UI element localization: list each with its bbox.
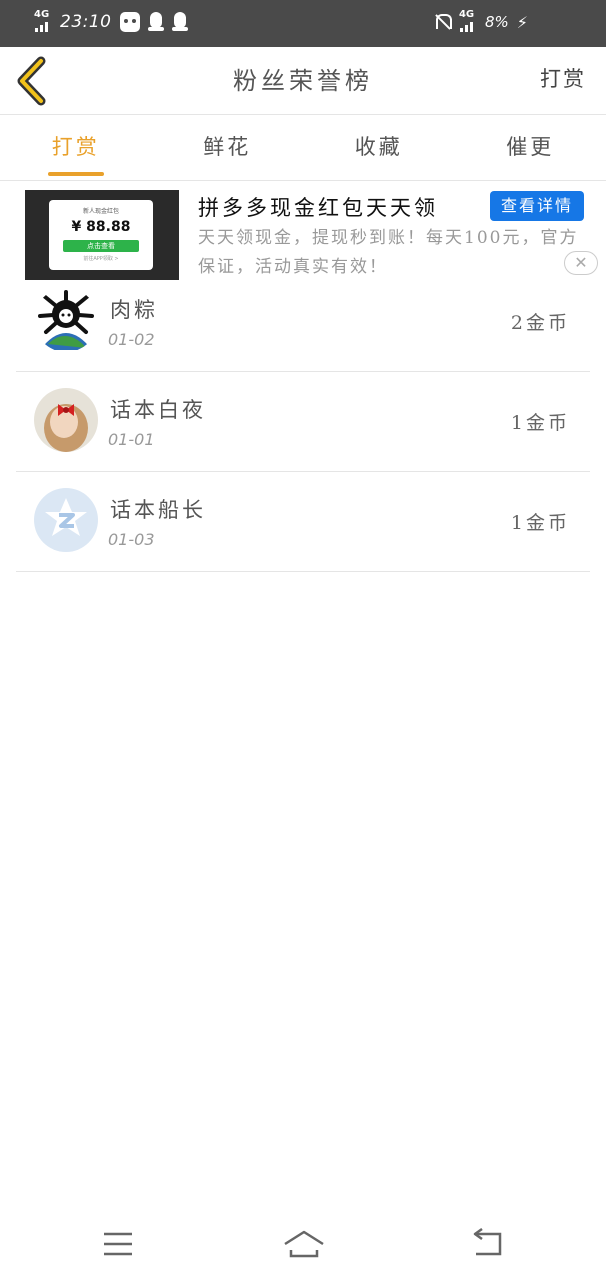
tab-bar: 打赏 鲜花 收藏 催更 [0, 115, 606, 181]
tab-flowers[interactable]: 鲜花 [152, 115, 304, 180]
ad-card-button: 点击查看 [63, 240, 139, 252]
donor-name: 话本船长 [110, 498, 206, 522]
avatar [34, 288, 98, 352]
donation-date: 01-01 [108, 430, 155, 449]
avatar [34, 488, 98, 552]
tab-favorites[interactable]: 收藏 [303, 115, 455, 180]
donor-name: 话本白夜 [110, 398, 206, 422]
reward-list: 肉粽 01-02 2金币 话本白夜 01-01 1金币 话本船长 01-03 1… [16, 272, 590, 572]
signal-icon: 4G [34, 10, 52, 34]
menu-button[interactable] [100, 1228, 140, 1260]
home-button[interactable] [282, 1228, 324, 1260]
ad-view-details-button[interactable]: 查看详情 [490, 191, 584, 221]
signal-icon: 4G [459, 10, 477, 34]
clock: 23:10 [60, 12, 112, 32]
charging-icon: ⚡︎ [516, 12, 528, 32]
ad-card-amount: ¥ 88.88 [71, 219, 131, 235]
return-icon [473, 1227, 502, 1256]
ad-banner[interactable]: 新人现金红包 ¥ 88.88 点击查看 前往APP领取 > 拼多多现金红包天天领… [0, 182, 606, 282]
status-right: 4G 8% ⚡︎ [433, 10, 528, 34]
status-left: 4G 23:10 [34, 10, 188, 34]
list-item[interactable]: 话本船长 01-03 1金币 [16, 472, 590, 572]
network-type: 4G [458, 9, 475, 20]
tab-reward[interactable]: 打赏 [0, 115, 152, 180]
avatar [34, 388, 98, 452]
ad-image-card: 新人现金红包 ¥ 88.88 点击查看 前往APP领取 > [49, 200, 153, 270]
donor-name: 肉粽 [110, 298, 158, 322]
status-bar: 4G 23:10 4G 8% ⚡︎ [0, 0, 606, 47]
system-nav-bar [0, 1210, 606, 1280]
donation-date: 01-03 [108, 530, 155, 549]
back-nav-button[interactable] [468, 1227, 508, 1260]
page-title: 粉丝荣誉榜 [233, 67, 373, 95]
network-type: 4G [34, 9, 50, 20]
list-item[interactable]: 话本白夜 01-01 1金币 [16, 372, 590, 472]
donation-amount: 2金币 [510, 312, 570, 334]
header: 粉丝荣誉榜 打赏 [0, 47, 606, 115]
qq-icon [171, 12, 188, 32]
list-item[interactable]: 肉粽 01-02 2金币 [16, 272, 590, 372]
home-icon [284, 1230, 324, 1258]
reward-button[interactable]: 打赏 [540, 47, 586, 111]
donation-date: 01-02 [108, 330, 155, 349]
app-notification-icon [119, 12, 140, 32]
ad-title[interactable]: 拼多多现金红包天天领 [198, 192, 438, 222]
donation-amount: 1金币 [510, 512, 570, 534]
qq-icon [147, 12, 164, 32]
ad-card-footer: 前往APP领取 > [83, 256, 119, 262]
ad-card-title: 新人现金红包 [82, 208, 119, 215]
battery-level: 8% [484, 13, 509, 31]
tab-urge-update[interactable]: 催更 [455, 115, 606, 180]
donation-amount: 1金币 [510, 412, 570, 434]
mute-bell-icon [433, 12, 452, 32]
ad-image[interactable]: 新人现金红包 ¥ 88.88 点击查看 前往APP领取 > [25, 190, 179, 280]
menu-icon [104, 1232, 132, 1256]
